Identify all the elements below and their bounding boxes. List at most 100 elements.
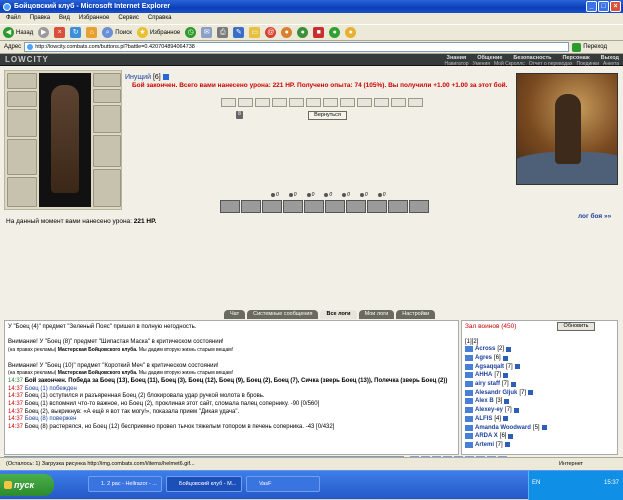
nav-profile[interactable]: Анкета xyxy=(603,61,619,67)
user-row[interactable]: airy staff [7] xyxy=(465,380,614,389)
menu-file[interactable]: Файл xyxy=(6,13,21,24)
equip-slot-armor[interactable] xyxy=(7,139,37,175)
menu-edit[interactable]: Правка xyxy=(30,13,50,24)
taskbar-item-active[interactable]: Бойцовский клуб - M... xyxy=(166,476,242,492)
menu-favorites[interactable]: Избранное xyxy=(79,13,109,24)
info-icon[interactable] xyxy=(162,74,169,81)
user-row[interactable]: ARDA X [6] xyxy=(465,432,614,441)
start-button[interactable]: пуск xyxy=(0,474,54,496)
home-button[interactable]: ⌂ xyxy=(86,26,98,40)
ext-button-2[interactable]: ● xyxy=(281,26,293,40)
forward-button[interactable]: ▶ xyxy=(38,26,50,40)
info-icon[interactable] xyxy=(508,433,514,439)
info-icon[interactable] xyxy=(503,372,509,378)
user-row[interactable]: ALFIS [4] xyxy=(465,415,614,424)
user-row[interactable]: Alexey-ey [7] xyxy=(465,406,614,415)
user-row[interactable]: Agsaqqalt [7] xyxy=(465,362,614,371)
user-row[interactable]: Amanda Woodward [5] xyxy=(465,423,614,432)
language-indicator[interactable]: EN xyxy=(532,480,540,486)
info-icon[interactable] xyxy=(502,355,508,361)
ext-button-6[interactable]: ● xyxy=(345,26,357,40)
weapon-icon[interactable] xyxy=(241,200,261,213)
equip-slot-weapon[interactable] xyxy=(7,109,37,137)
edit-button[interactable]: ✎ xyxy=(233,26,245,40)
equip-slot-amulet[interactable] xyxy=(7,91,37,107)
tab-my-logs[interactable]: Мои логи xyxy=(358,310,395,319)
weapon-icon[interactable] xyxy=(367,200,387,213)
warrior-figure xyxy=(555,94,581,164)
equip-slot-bracers[interactable] xyxy=(93,89,121,103)
info-icon[interactable] xyxy=(504,398,510,404)
info-icon[interactable] xyxy=(513,407,519,413)
weapon-icon[interactable] xyxy=(220,200,240,213)
menu-tools[interactable]: Сервис xyxy=(118,13,139,24)
menu-help[interactable]: Справка xyxy=(148,13,172,24)
return-button[interactable]: Вернуться xyxy=(308,111,347,120)
ext-button-3[interactable]: ● xyxy=(297,26,309,40)
user-row[interactable]: AHHA [7] xyxy=(465,371,614,380)
nav-navigator[interactable]: Навигатор xyxy=(444,61,468,67)
weapon-icon[interactable] xyxy=(325,200,345,213)
battle-log-link[interactable]: лог боя »» xyxy=(578,213,611,220)
equip-slot-shield[interactable] xyxy=(93,135,121,167)
close-button[interactable]: × xyxy=(610,1,621,12)
refresh-button[interactable]: Обновить xyxy=(557,322,595,331)
user-row[interactable]: Agres [6] xyxy=(465,354,614,363)
search-button[interactable]: ⌕ Поиск xyxy=(102,26,132,40)
character-figure[interactable] xyxy=(51,85,79,193)
nav-duels[interactable]: Поединки xyxy=(577,61,600,67)
info-icon[interactable] xyxy=(541,425,547,431)
equip-slot-boots[interactable] xyxy=(93,169,121,207)
ext-button-1[interactable]: @ xyxy=(265,26,277,40)
weapon-icon[interactable] xyxy=(283,200,303,213)
ext-button-4[interactable]: ■ xyxy=(313,26,325,40)
info-icon[interactable] xyxy=(528,390,534,396)
tab-system[interactable]: Системные сообщения xyxy=(247,310,319,319)
weapon-icon[interactable] xyxy=(409,200,429,213)
refresh-button[interactable]: ↻ xyxy=(70,26,82,40)
user-row[interactable]: Alesandr Gljuk [7] xyxy=(465,388,614,397)
info-icon[interactable] xyxy=(506,346,512,352)
nav-skills[interactable]: Умения xyxy=(473,61,490,67)
maximize-button[interactable]: □ xyxy=(598,1,609,12)
address-input[interactable]: http://lowcity.combats.com/buttons.pl?ba… xyxy=(24,42,570,52)
history-button[interactable]: ◷ xyxy=(185,26,197,40)
equip-slot-helmet[interactable] xyxy=(93,73,121,87)
taskbar-item[interactable]: VasF xyxy=(246,476,320,492)
user-row[interactable]: Alex B [3] xyxy=(465,397,614,406)
nav-transfer-report[interactable]: Отчет о переводах xyxy=(529,61,573,67)
favorites-button[interactable]: ★ Избранное xyxy=(136,26,180,40)
character-name[interactable]: Инущий [6] xyxy=(125,74,169,81)
taskbar-item[interactable]: 1. 2 рас - Hellrazor - ... xyxy=(88,476,162,492)
ext-button-5[interactable]: ● xyxy=(329,26,341,40)
tab-all-logs[interactable]: Все логи xyxy=(320,310,357,319)
tab-settings[interactable]: Настройки xyxy=(396,310,436,319)
mail-button[interactable]: ✉ xyxy=(201,26,213,40)
info-icon[interactable] xyxy=(510,381,516,387)
back-button[interactable]: ◀ Назад xyxy=(3,26,33,40)
stop-button[interactable]: × xyxy=(54,26,66,40)
user-row[interactable]: Artemi [7] xyxy=(465,441,614,450)
character-name-text[interactable]: Инущий xyxy=(125,74,151,81)
tab-chat[interactable]: Чат xyxy=(224,310,246,319)
info-icon[interactable] xyxy=(503,416,509,422)
equip-slot-belt[interactable] xyxy=(7,177,37,207)
equip-slot-gloves[interactable] xyxy=(93,105,121,133)
site-nav-bottom: Навигатор Умения Мой Скроллс Отчет о пер… xyxy=(444,61,619,67)
counter-icon xyxy=(288,193,293,197)
go-button[interactable]: Переход xyxy=(572,42,607,52)
weapon-icon[interactable] xyxy=(304,200,324,213)
weapon-icon[interactable] xyxy=(262,200,282,213)
equip-slot-earrings[interactable] xyxy=(7,73,37,89)
info-icon[interactable] xyxy=(514,364,520,370)
nav-scrolls[interactable]: Мой Скроллс xyxy=(494,61,525,67)
print-button[interactable]: ⎙ xyxy=(217,26,229,40)
minimize-button[interactable]: _ xyxy=(586,1,597,12)
weapon-icon[interactable] xyxy=(346,200,366,213)
folder-button[interactable]: ▭ xyxy=(249,26,261,40)
menu-view[interactable]: Вид xyxy=(59,13,70,24)
weapon-icon[interactable] xyxy=(388,200,408,213)
info-icon[interactable] xyxy=(504,442,510,448)
chat-log[interactable]: У "Боец (4)" предмет "Зеленый Пояс" приш… xyxy=(4,320,459,455)
user-row[interactable]: Across [2] xyxy=(465,345,614,354)
